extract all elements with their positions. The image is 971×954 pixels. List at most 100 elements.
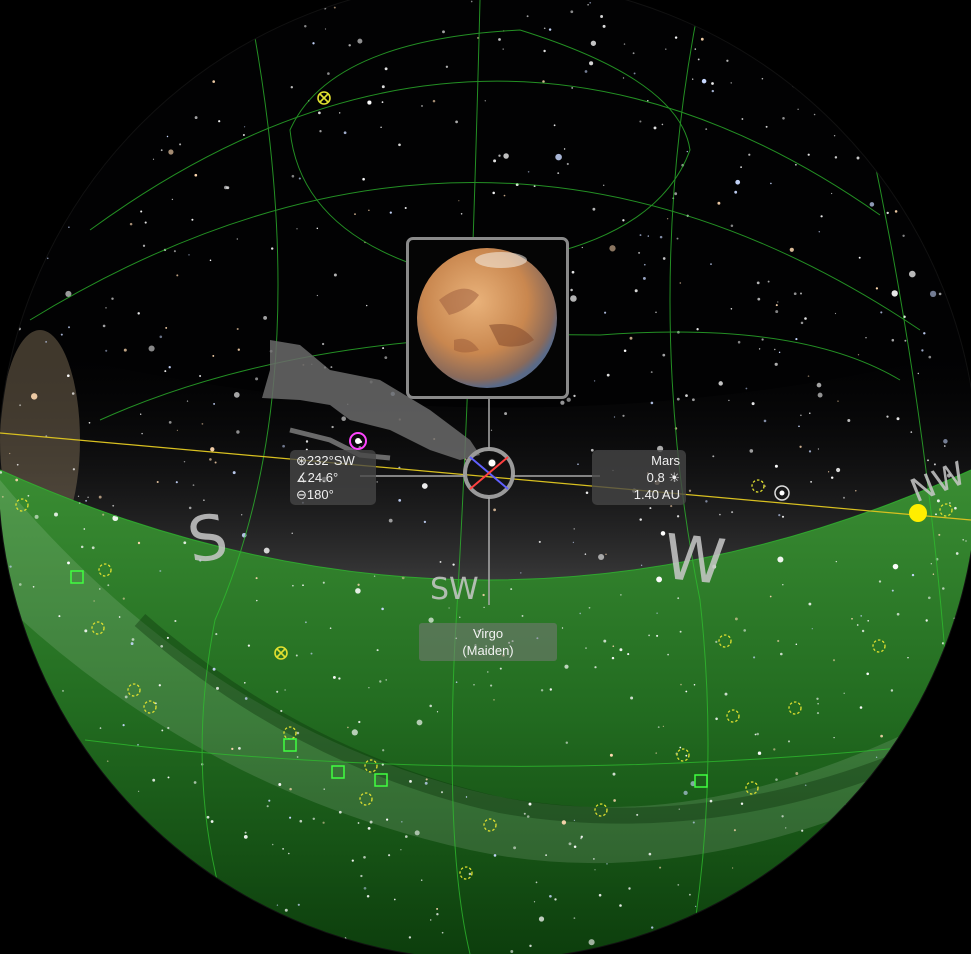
star: [677, 597, 680, 600]
star: [130, 642, 134, 646]
star: [545, 854, 547, 856]
star: [448, 607, 450, 609]
star: [650, 401, 654, 405]
star: [88, 172, 91, 175]
star: [115, 795, 118, 798]
star: [925, 619, 928, 622]
star: [24, 35, 27, 38]
star: [82, 890, 85, 893]
star: [777, 301, 779, 303]
star: [206, 815, 210, 819]
star: [912, 149, 915, 152]
star: [565, 741, 569, 744]
star: [351, 729, 358, 736]
star: [628, 887, 631, 890]
constellation-label[interactable]: Virgo (Maiden): [419, 623, 557, 661]
star: [817, 703, 819, 705]
star: [734, 617, 738, 621]
star: [282, 444, 285, 448]
star: [67, 561, 70, 565]
star: [602, 184, 605, 187]
star: [907, 657, 909, 659]
star: [584, 70, 588, 73]
star: [571, 86, 574, 89]
star: [922, 785, 924, 788]
star: [527, 171, 530, 173]
star: [405, 835, 408, 838]
star: [47, 810, 50, 813]
star: [832, 896, 835, 898]
star: [373, 575, 376, 577]
object-thumbnail[interactable]: [406, 237, 569, 399]
star: [761, 338, 764, 341]
star: [769, 28, 771, 31]
star: [692, 398, 695, 402]
star: [666, 218, 669, 220]
star: [830, 22, 834, 26]
star: [674, 192, 678, 196]
star: [685, 690, 688, 693]
star: [83, 528, 86, 530]
star: [566, 397, 571, 402]
star: [339, 112, 341, 114]
star: [774, 348, 776, 351]
star: [834, 156, 838, 159]
star: [662, 257, 666, 260]
star: [137, 312, 140, 315]
star: [237, 348, 240, 351]
star: [594, 666, 597, 669]
star: [818, 230, 821, 233]
star: [543, 49, 546, 53]
star: [590, 40, 597, 46]
star: [276, 690, 279, 693]
star: [634, 289, 638, 293]
star: [455, 120, 458, 124]
star: [749, 911, 752, 915]
star: [875, 287, 879, 290]
star: [231, 747, 234, 751]
star: [585, 647, 587, 649]
star: [602, 24, 606, 28]
star: [159, 569, 162, 573]
star: [872, 76, 876, 80]
star: [584, 553, 587, 555]
star: [659, 866, 662, 869]
star: [733, 829, 736, 832]
star: [416, 719, 423, 726]
star: [338, 677, 341, 680]
star: [661, 123, 664, 126]
star: [276, 904, 279, 906]
star: [212, 667, 216, 671]
star: [483, 606, 485, 609]
star: [379, 680, 382, 683]
star: [209, 458, 212, 461]
star: [363, 886, 367, 890]
star: [101, 0, 104, 3]
star: [941, 914, 945, 918]
star: [102, 513, 105, 516]
star: [368, 209, 370, 211]
star: [9, 452, 11, 455]
star: [633, 72, 636, 75]
star: [873, 165, 876, 168]
star: [598, 893, 602, 897]
star: [807, 153, 810, 156]
star: [694, 48, 697, 50]
star: [186, 400, 189, 402]
star: [728, 399, 730, 402]
star: [129, 222, 133, 226]
star: [271, 247, 274, 250]
star: [263, 547, 270, 554]
star: [299, 5, 303, 9]
star: [801, 829, 804, 832]
star: [15, 478, 19, 482]
star: [77, 495, 80, 497]
star: [111, 822, 114, 825]
star: [122, 724, 125, 727]
sky-view[interactable]: [0, 0, 971, 954]
star: [81, 62, 85, 65]
star: [962, 538, 965, 541]
star: [785, 827, 787, 829]
star: [296, 756, 299, 758]
star: [145, 113, 149, 117]
